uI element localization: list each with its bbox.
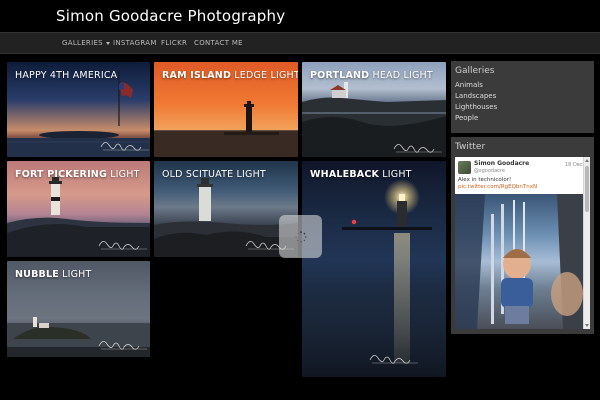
tile-label: PORTLAND HEAD LIGHT bbox=[310, 70, 433, 81]
caret-down-icon bbox=[105, 41, 110, 45]
tweet-author-handle[interactable]: @sgoodacre bbox=[474, 168, 505, 174]
signature-watermark bbox=[95, 337, 150, 351]
tile-label: WHALEBACK LIGHT bbox=[310, 169, 412, 180]
scrollbar-thumb[interactable] bbox=[585, 166, 589, 212]
tile-label-bold: NUBBLE bbox=[15, 269, 59, 280]
gallery-tile-old-scituate[interactable]: OLD SCITUATE LIGHT bbox=[154, 161, 298, 257]
signature-watermark bbox=[390, 140, 446, 154]
gallery-link-lighthouses[interactable]: Lighthouses bbox=[455, 103, 497, 111]
nav-galleries-label: GALLERIES bbox=[62, 39, 103, 47]
tile-label-bold: PORTLAND bbox=[310, 70, 370, 81]
tile-label-light: OLD SCITUATE LIGHT bbox=[162, 169, 266, 180]
gallery-tile-portland[interactable]: PORTLAND HEAD LIGHT bbox=[302, 62, 446, 157]
galleries-panel-title: Galleries bbox=[455, 66, 495, 76]
nav-flickr[interactable]: FLICKR bbox=[161, 39, 187, 47]
whaleback-scene bbox=[342, 179, 432, 363]
nav-galleries[interactable]: GALLERIES bbox=[62, 39, 110, 47]
tile-label-bold: WHALEBACK bbox=[310, 169, 380, 180]
twitter-scrollbar[interactable] bbox=[583, 157, 590, 329]
twitter-panel: Twitter Simon Goodacre @sgoodacre 18 Dec… bbox=[451, 137, 594, 334]
gallery-link-people[interactable]: People bbox=[455, 114, 478, 122]
galleries-panel: Galleries Animals Landscapes Lighthouses… bbox=[451, 61, 594, 133]
tweet-date[interactable]: 18 Dec bbox=[565, 162, 583, 168]
avatar[interactable] bbox=[458, 161, 471, 174]
tweet-photo[interactable] bbox=[455, 194, 583, 329]
tweet-link[interactable]: pic.twitter.com/RgEQbnTnxN bbox=[458, 184, 537, 190]
tile-label: NUBBLE LIGHT bbox=[15, 269, 92, 280]
tile-label-light: LEDGE LIGHT bbox=[231, 70, 298, 81]
gallery-tile-happy-4th[interactable]: HAPPY 4TH AMERICA bbox=[7, 62, 150, 157]
gallery-tile-whaleback[interactable]: WHALEBACK LIGHT bbox=[302, 161, 446, 377]
tile-label-light: LIGHT bbox=[58, 269, 92, 280]
nav-contact[interactable]: CONTACT ME bbox=[194, 39, 243, 47]
nav-instagram[interactable]: INSTAGRAM bbox=[113, 39, 157, 47]
tweet-photo-scene bbox=[455, 194, 583, 329]
gallery-link-animals[interactable]: Animals bbox=[455, 81, 483, 89]
signature-watermark bbox=[95, 237, 150, 251]
tile-label-light: LIGHT bbox=[379, 169, 412, 180]
twitter-timeline[interactable]: Simon Goodacre @sgoodacre 18 Dec Alex in… bbox=[455, 157, 590, 329]
gallery-link-landscapes[interactable]: Landscapes bbox=[455, 92, 496, 100]
tweet-text: Alex in technicolor! bbox=[458, 177, 512, 183]
scroll-down-icon[interactable] bbox=[585, 324, 589, 327]
tile-label-bold: FORT PICKERING bbox=[15, 169, 107, 180]
loading-overlay bbox=[279, 215, 322, 258]
tile-label-light: HEAD LIGHT bbox=[369, 70, 433, 81]
twitter-panel-title: Twitter bbox=[455, 142, 486, 152]
tile-label-bold: RAM ISLAND bbox=[162, 70, 232, 81]
tile-label: OLD SCITUATE LIGHT bbox=[162, 169, 266, 180]
gallery-tile-nubble[interactable]: NUBBLE LIGHT bbox=[7, 261, 150, 357]
spinner-icon bbox=[295, 231, 307, 243]
navbar: GALLERIES INSTAGRAM FLICKR CONTACT ME bbox=[0, 32, 600, 54]
tile-label: HAPPY 4TH AMERICA bbox=[15, 70, 117, 81]
tile-label-light: LIGHT bbox=[106, 169, 140, 180]
tile-label-light: HAPPY 4TH AMERICA bbox=[15, 70, 118, 81]
scroll-up-icon[interactable] bbox=[585, 159, 589, 162]
tweet-author-name[interactable]: Simon Goodacre bbox=[474, 160, 529, 167]
site-title[interactable]: Simon Goodacre Photography bbox=[56, 7, 285, 25]
tile-label: RAM ISLAND LEDGE LIGHT bbox=[162, 70, 298, 81]
signature-watermark bbox=[366, 351, 424, 365]
signature-watermark bbox=[97, 138, 150, 152]
gallery-tile-ram-island[interactable]: RAM ISLAND LEDGE LIGHT bbox=[154, 62, 298, 157]
tile-label: FORT PICKERING LIGHT bbox=[15, 169, 140, 180]
gallery-tile-fort-pickering[interactable]: FORT PICKERING LIGHT bbox=[7, 161, 150, 257]
